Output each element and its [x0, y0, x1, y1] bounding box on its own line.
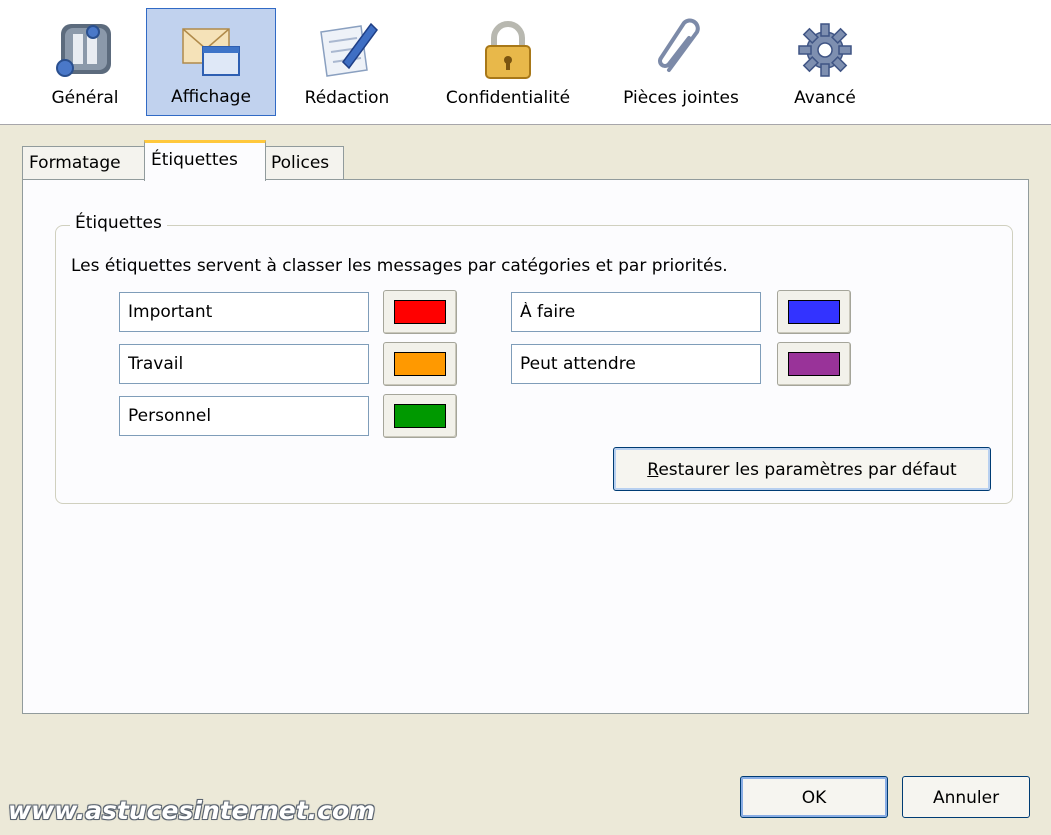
preferences-toolbar: Général Affichage Rédaction Confidential…	[0, 0, 1051, 125]
pane-general[interactable]: Général	[36, 8, 134, 116]
tab-etiquettes[interactable]: Étiquettes	[144, 140, 266, 181]
color-swatch	[788, 352, 840, 376]
color-swatch	[788, 300, 840, 324]
restore-accesskey: R	[647, 460, 659, 480]
labels-description: Les étiquettes servent à classer les mes…	[71, 256, 728, 276]
groupbox-title: Étiquettes	[70, 213, 167, 233]
pane-confidentialite[interactable]: Confidentialité	[428, 8, 588, 116]
label-color-button[interactable]	[383, 394, 457, 438]
tab-panel-etiquettes: Étiquettes Les étiquettes servent à clas…	[22, 179, 1029, 714]
pane-affichage[interactable]: Affichage	[146, 8, 276, 116]
label-color-button[interactable]	[777, 342, 851, 386]
label-color-button[interactable]	[383, 342, 457, 386]
tab-polices[interactable]: Polices	[264, 146, 344, 180]
ok-button[interactable]: OK	[740, 776, 888, 818]
cancel-button[interactable]: Annuler	[902, 776, 1030, 818]
watermark-text: www.astucesinternet.com	[8, 796, 376, 825]
pane-redaction[interactable]: Rédaction	[288, 8, 406, 116]
pane-label: Confidentialité	[445, 88, 571, 108]
label-name-field[interactable]	[119, 344, 369, 384]
label-name-field[interactable]	[119, 292, 369, 332]
pane-pieces-jointes[interactable]: Pièces jointes	[606, 8, 756, 116]
tab-formatage[interactable]: Formatage	[22, 146, 146, 180]
color-swatch	[394, 352, 446, 376]
pane-label: Général	[51, 88, 119, 108]
restore-defaults-button[interactable]: Restaurer les paramètres par défaut	[613, 447, 991, 491]
padlock-icon	[485, 21, 531, 79]
label-name-field[interactable]	[511, 292, 761, 332]
label-color-button[interactable]	[777, 290, 851, 334]
pane-label: Pièces jointes	[623, 88, 739, 108]
label-name-field[interactable]	[119, 396, 369, 436]
display-envelope-icon	[182, 28, 240, 76]
pane-label: Avancé	[794, 88, 856, 108]
label-color-button[interactable]	[383, 290, 457, 334]
pane-label: Rédaction	[304, 88, 390, 108]
gear-icon	[798, 23, 852, 77]
pane-avance[interactable]: Avancé	[776, 8, 874, 116]
general-icon	[56, 24, 111, 77]
pane-label: Affichage	[171, 87, 251, 107]
compose-pen-icon	[320, 22, 378, 77]
paperclip-icon	[658, 18, 700, 72]
color-swatch	[394, 404, 446, 428]
color-swatch	[394, 300, 446, 324]
restore-label: estaurer les paramètres par défaut	[658, 460, 957, 480]
label-name-field[interactable]	[511, 344, 761, 384]
